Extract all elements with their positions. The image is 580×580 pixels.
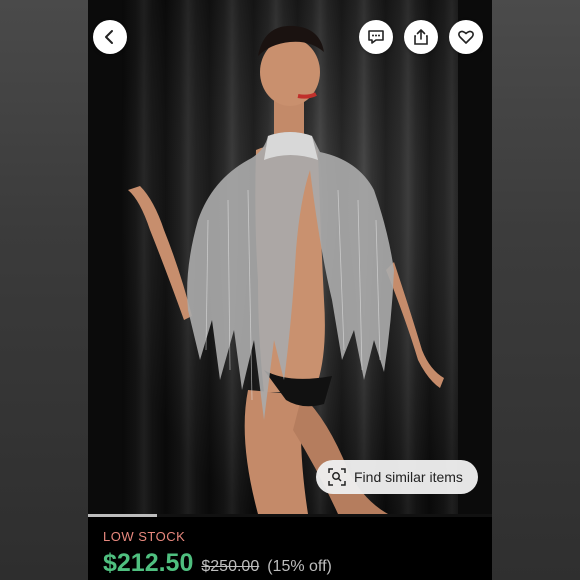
original-price: $250.00 [201,558,260,575]
discount-label: (15% off) [267,558,332,575]
product-photo[interactable]: Find similar items [88,0,492,514]
back-button[interactable] [93,20,127,54]
listing-screen: Find similar items LOW STOCK $212.50 $25… [88,0,492,580]
price-row: $212.50 $250.00 (15% off) [103,549,332,578]
right-blur-backdrop [492,0,580,580]
chevron-left-icon [105,30,113,44]
left-blur-backdrop [0,0,88,580]
find-similar-button[interactable]: Find similar items [316,460,478,494]
scan-search-icon [328,468,346,486]
stock-status-badge: LOW STOCK [103,529,186,544]
heart-icon [458,30,474,44]
comment-button[interactable] [359,20,393,54]
listing-info: LOW STOCK $212.50 $250.00 (15% off) [88,517,492,580]
model-figure [128,25,444,514]
current-price: $212.50 [103,549,194,577]
like-button[interactable] [449,20,483,54]
find-similar-label: Find similar items [354,469,463,485]
comment-icon [368,30,384,44]
share-button[interactable] [404,20,438,54]
share-icon [414,29,428,45]
